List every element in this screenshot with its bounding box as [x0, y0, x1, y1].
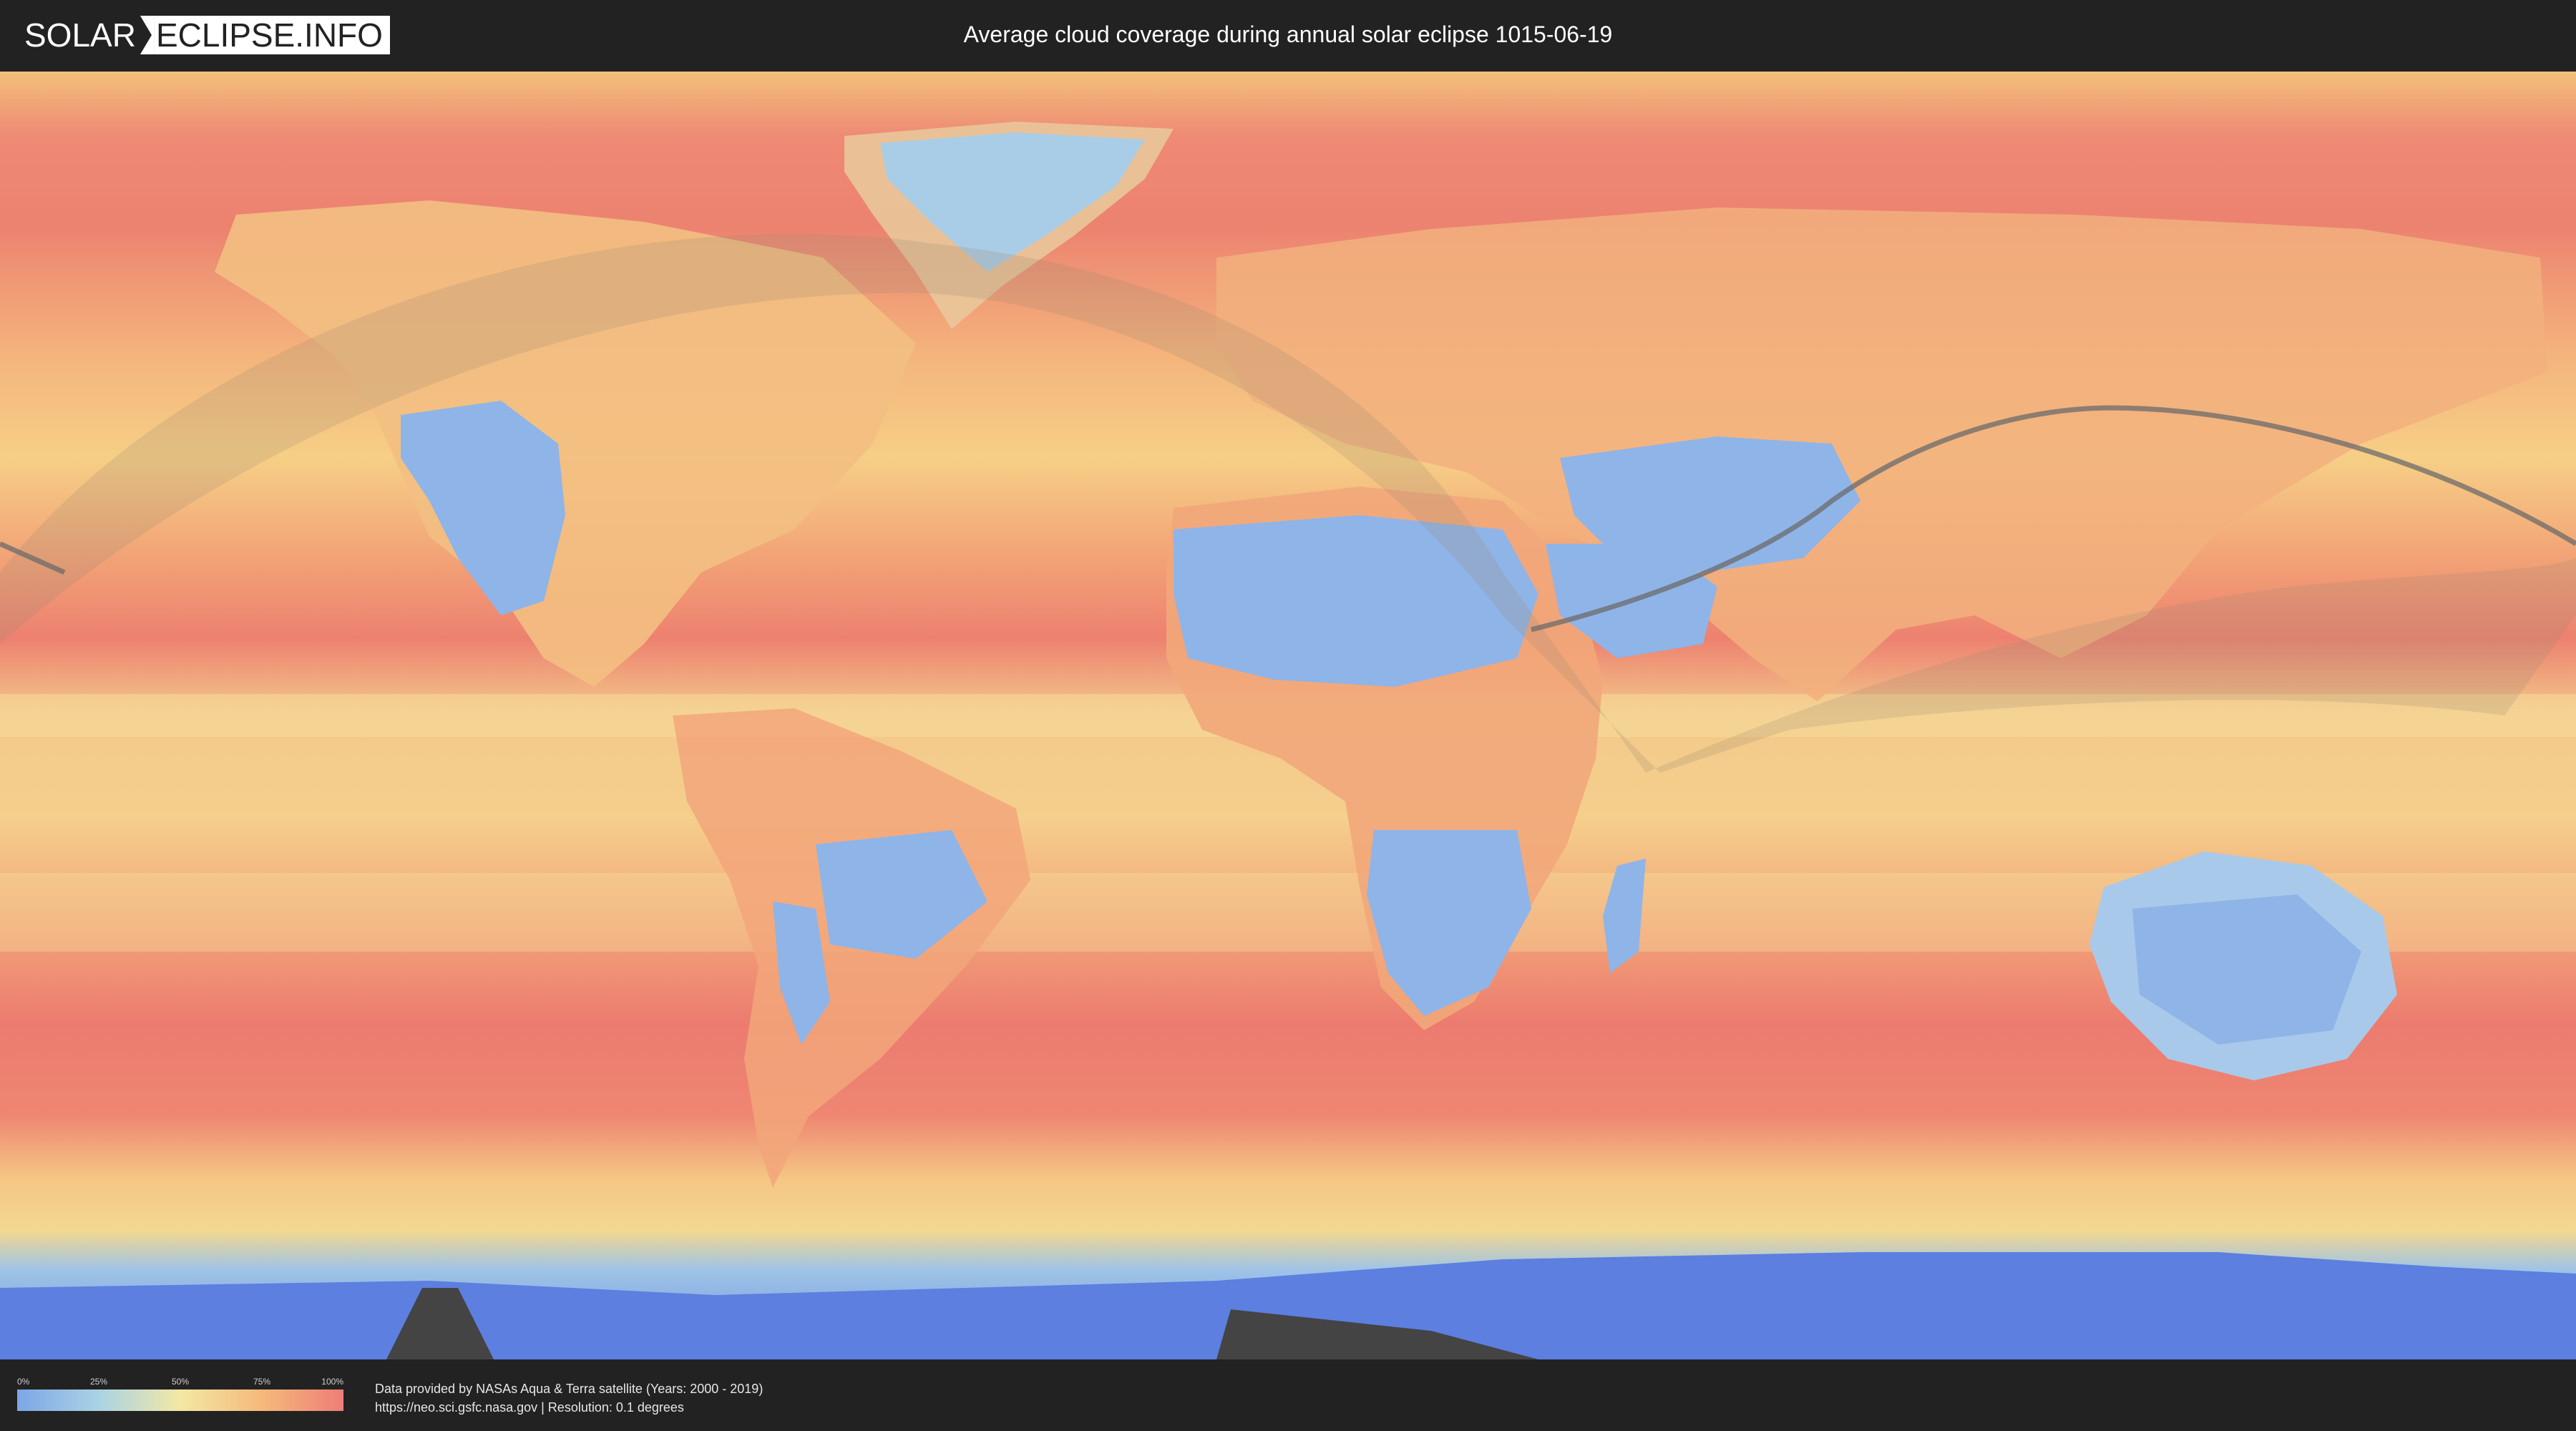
cloud-coverage-legend: 0% 25% 50% 75% 100%	[17, 1377, 343, 1411]
legend-tick-100: 100%	[321, 1377, 343, 1387]
page-title: Average cloud coverage during annual sol…	[963, 21, 1613, 47]
credits-url[interactable]: https://neo.sci.gsfc.nasa.gov | Resoluti…	[375, 1398, 763, 1417]
legend-tick-25: 25%	[89, 1377, 108, 1387]
sahara-clear-area	[1174, 515, 1538, 687]
legend-tick-0: 0%	[17, 1377, 30, 1387]
cloud-coverage-map[interactable]	[0, 72, 2576, 1359]
legend-tick-50: 50%	[171, 1377, 190, 1387]
credits-source: Data provided by NASAs Aqua & Terra sate…	[375, 1382, 763, 1396]
header: SOLAR ECLIPSE.INFO Average cloud coverag…	[0, 0, 2576, 72]
legend-color-bar	[17, 1390, 343, 1411]
legend-tick-75: 75%	[253, 1377, 271, 1387]
footer: 0% 25% 50% 75% 100% Data provided by NAS…	[0, 1359, 2576, 1431]
data-credits: Data provided by NASAs Aqua & Terra sate…	[375, 1379, 763, 1417]
map-svg	[0, 72, 2576, 1359]
legend-ticks: 0% 25% 50% 75% 100%	[17, 1377, 343, 1390]
